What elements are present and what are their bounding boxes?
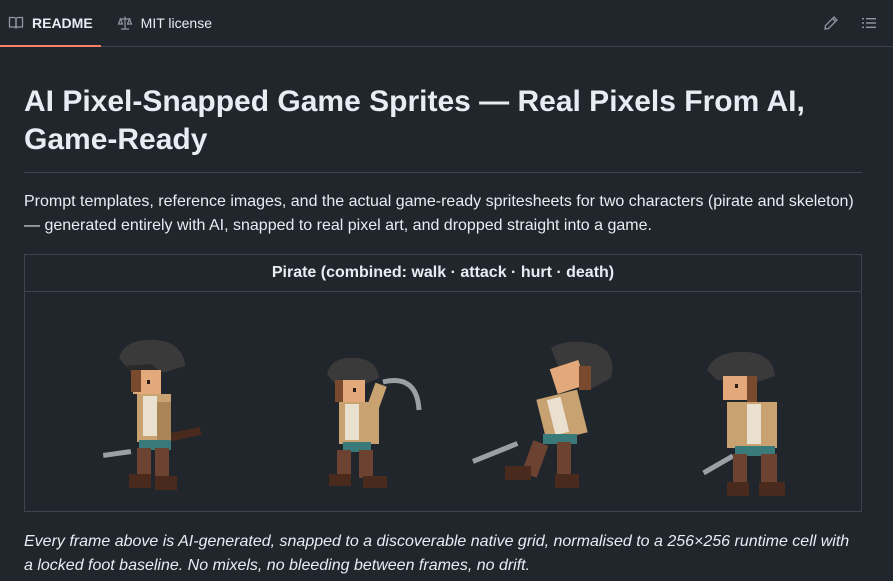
scale-icon — [117, 15, 133, 31]
readme-intro: Prompt templates, reference images, and … — [24, 193, 854, 234]
pirate-walk-sprite — [103, 339, 202, 490]
tab-readme[interactable]: README — [0, 0, 101, 47]
readme-content: AI Pixel-Snapped Game Sprites — Real Pix… — [24, 47, 862, 578]
readme-title: AI Pixel-Snapped Game Sprites — Real Pix… — [24, 83, 862, 173]
pirate-attack-sprite — [327, 357, 422, 488]
sprite-strip — [25, 292, 861, 511]
sprite-figure-table: Pirate (combined: walk · attack · hurt ·… — [24, 254, 862, 512]
figure-caption: Pirate (combined: walk · attack · hurt ·… — [25, 255, 861, 292]
pirate-hurt-sprite — [471, 341, 613, 488]
list-icon[interactable] — [861, 15, 877, 31]
tab-license-label: MIT license — [140, 15, 212, 31]
readme-tabbar: README MIT license — [0, 0, 893, 47]
tab-license[interactable]: MIT license — [109, 0, 220, 46]
book-icon — [8, 15, 24, 31]
pirate-death-sprite — [702, 351, 785, 496]
tab-readme-label: README — [32, 15, 93, 31]
readme-note: Every frame above is AI-generated, snapp… — [24, 533, 850, 574]
pencil-icon[interactable] — [823, 15, 839, 31]
